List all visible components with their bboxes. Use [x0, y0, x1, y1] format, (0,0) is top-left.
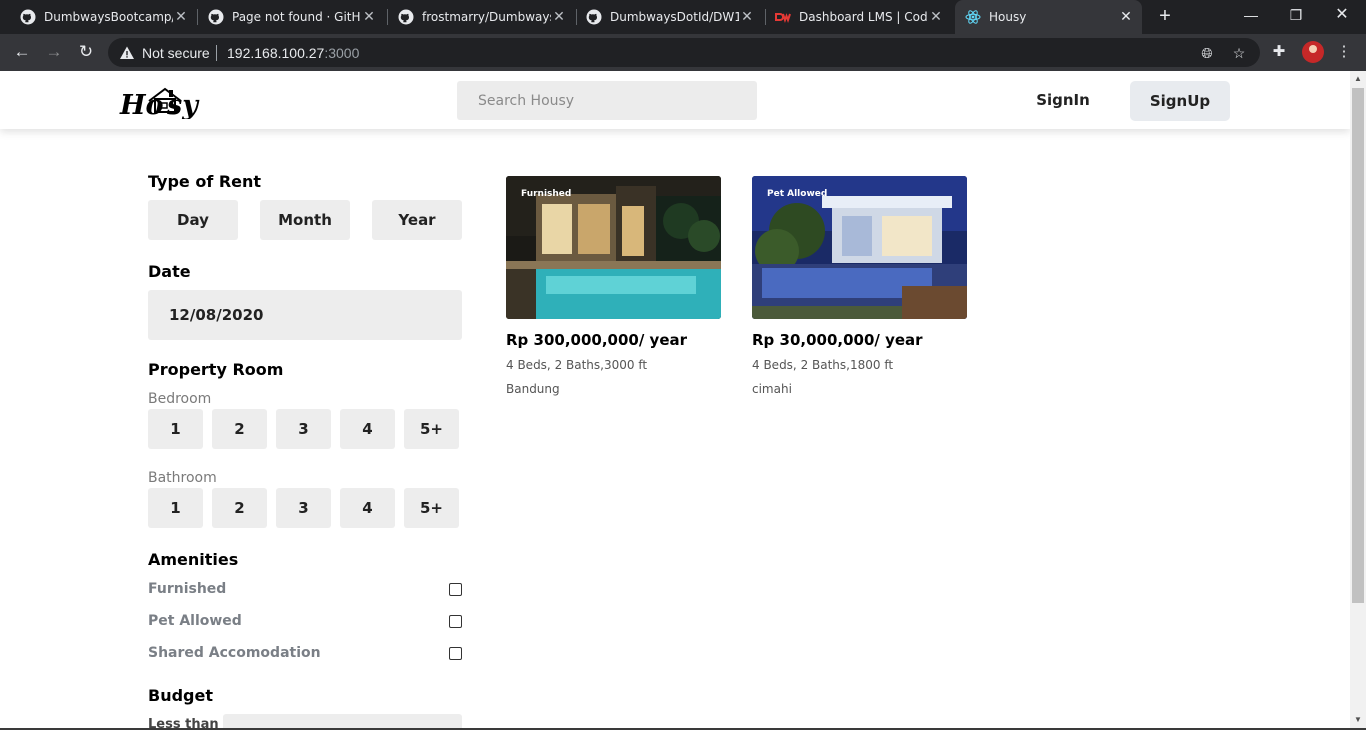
- browser-tab[interactable]: Dashboard LMS | Codin ✕: [755, 0, 952, 34]
- close-window-icon[interactable]: ✕: [1320, 0, 1364, 30]
- type-of-rent-title: Type of Rent: [148, 172, 262, 191]
- forward-icon[interactable]: →: [42, 40, 66, 64]
- date-title: Date: [148, 262, 191, 281]
- minimize-icon[interactable]: —: [1229, 0, 1273, 30]
- budget-input[interactable]: [223, 714, 462, 728]
- tab-title: frostmarry/DumbwaysB: [422, 10, 551, 24]
- budget-less-than-label: Less than: [148, 717, 219, 728]
- amenity-pet-allowed-checkbox[interactable]: [449, 615, 462, 628]
- bathroom-label: Bathroom: [148, 470, 217, 486]
- amenity-pet-allowed-label: Pet Allowed: [148, 613, 242, 629]
- url-port: :3000: [324, 45, 360, 61]
- amenity-furnished-label: Furnished: [148, 581, 227, 597]
- scroll-up-arrow-icon[interactable]: ▲: [1350, 71, 1366, 87]
- property-city: cimahi: [752, 382, 792, 396]
- signup-button[interactable]: SignUp: [1130, 81, 1230, 121]
- extensions-icon[interactable]: ✚: [1269, 42, 1289, 62]
- close-tab-icon[interactable]: ✕: [551, 9, 567, 25]
- browser-tab[interactable]: Page not found · GitHu ✕: [188, 0, 385, 34]
- github-icon: [20, 9, 36, 25]
- tab-title: Page not found · GitHu: [232, 10, 361, 24]
- budget-title: Budget: [148, 686, 213, 705]
- bedroom-option[interactable]: 4: [340, 409, 395, 449]
- bookmark-star-icon[interactable]: ☆: [1230, 44, 1248, 62]
- close-tab-icon[interactable]: ✕: [361, 9, 377, 25]
- bathroom-option[interactable]: 1: [148, 488, 203, 528]
- profile-avatar[interactable]: [1302, 41, 1324, 63]
- pet-allowed-badge: Pet Allowed: [767, 189, 828, 199]
- rent-year-button[interactable]: Year: [372, 200, 462, 240]
- close-tab-icon[interactable]: ✕: [739, 9, 755, 25]
- rent-month-button[interactable]: Month: [260, 200, 350, 240]
- scroll-down-arrow-icon[interactable]: ▼: [1350, 712, 1366, 728]
- signin-button[interactable]: SignIn: [1030, 81, 1096, 120]
- amenity-furnished-checkbox[interactable]: [449, 583, 462, 596]
- bathroom-option[interactable]: 5+: [404, 488, 459, 528]
- browser-toolbar: ← → ↻ Not secure 192.168.100.27:3000 🌐︎ …: [0, 34, 1366, 71]
- bathroom-option[interactable]: 2: [212, 488, 267, 528]
- close-tab-icon[interactable]: ✕: [928, 9, 944, 25]
- browser-tab[interactable]: DumbwaysDotId/DW15 ✕: [566, 0, 763, 34]
- property-room-title: Property Room: [148, 360, 284, 379]
- browser-tab[interactable]: DumbwaysBootcamp/d ✕: [0, 0, 197, 34]
- amenity-shared-checkbox[interactable]: [449, 647, 462, 660]
- bedroom-label: Bedroom: [148, 391, 212, 407]
- property-price: Rp 30,000,000/ year: [752, 331, 923, 349]
- github-icon: [398, 9, 414, 25]
- property-photo[interactable]: Pet Allowed: [752, 176, 967, 319]
- site-header: Ho sy SignIn SignUp: [0, 71, 1350, 129]
- dumbways-icon: [775, 13, 791, 23]
- bedroom-option[interactable]: 3: [276, 409, 331, 449]
- react-icon: [965, 10, 981, 24]
- tab-title: DumbwaysBootcamp/d: [44, 10, 173, 24]
- property-specs: 4 Beds, 2 Baths,1800 ft: [752, 358, 894, 372]
- address-bar[interactable]: Not secure 192.168.100.27:3000 🌐︎ ☆: [108, 38, 1260, 67]
- property-photo[interactable]: Furnished: [506, 176, 721, 319]
- rent-day-button[interactable]: Day: [148, 200, 238, 240]
- date-input[interactable]: 12/08/2020: [148, 290, 462, 340]
- housy-logo[interactable]: Ho sy: [119, 79, 201, 119]
- bathroom-option[interactable]: 3: [276, 488, 331, 528]
- search-input[interactable]: [457, 81, 757, 120]
- tab-strip: DumbwaysBootcamp/d ✕ Page not found · Gi…: [0, 0, 1366, 34]
- github-icon: [586, 9, 602, 25]
- amenities-title: Amenities: [148, 550, 239, 569]
- property-city: Bandung: [506, 382, 560, 396]
- property-price: Rp 300,000,000/ year: [506, 331, 688, 349]
- back-icon[interactable]: ←: [10, 40, 34, 64]
- page-scrollbar[interactable]: ▲ ▼: [1350, 71, 1366, 728]
- tab-title: Dashboard LMS | Codin: [799, 10, 928, 24]
- scroll-thumb[interactable]: [1352, 88, 1364, 603]
- furnished-badge: Furnished: [521, 189, 572, 199]
- menu-kebab-icon[interactable]: ⋮: [1334, 42, 1354, 62]
- url-text[interactable]: 192.168.100.27:3000: [227, 45, 359, 61]
- page-viewport: Ho sy SignIn SignUp Type of Rent Day Mon…: [0, 71, 1366, 728]
- restore-icon[interactable]: ❐: [1274, 0, 1318, 30]
- url-host: 192.168.100.27: [227, 45, 325, 61]
- reload-icon[interactable]: ↻: [74, 40, 98, 64]
- browser-tab[interactable]: frostmarry/DumbwaysB ✕: [378, 0, 575, 34]
- github-icon: [208, 9, 224, 25]
- bedroom-option[interactable]: 5+: [404, 409, 459, 449]
- browser-tab-active[interactable]: Housy ✕: [955, 0, 1142, 34]
- bedroom-option[interactable]: 2: [212, 409, 267, 449]
- new-tab-icon[interactable]: +: [1154, 4, 1176, 30]
- amenity-shared-label: Shared Accomodation: [148, 645, 321, 661]
- bathroom-option[interactable]: 4: [340, 488, 395, 528]
- translate-icon[interactable]: 🌐︎: [1198, 44, 1216, 62]
- property-specs: 4 Beds, 2 Baths,3000 ft: [506, 358, 648, 372]
- address-divider: [216, 45, 217, 61]
- close-tab-icon[interactable]: ✕: [1118, 9, 1134, 25]
- security-status[interactable]: Not secure: [142, 45, 210, 61]
- close-tab-icon[interactable]: ✕: [173, 9, 189, 25]
- tab-title: DumbwaysDotId/DW15: [610, 10, 739, 24]
- warning-icon: [120, 46, 134, 59]
- tab-title: Housy: [989, 10, 1027, 24]
- bedroom-option[interactable]: 1: [148, 409, 203, 449]
